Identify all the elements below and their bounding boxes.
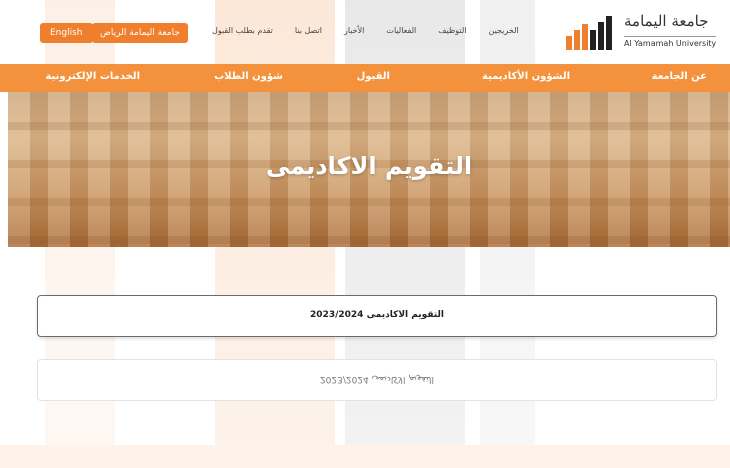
nav-item-student-affairs[interactable]: شؤون الطلاب <box>214 71 283 82</box>
calendar-accordion-label: التقويم الاكاديمى 2023/2024 <box>319 374 435 384</box>
university-logo[interactable]: جامعة اليمامة Al Yamamah University <box>566 12 717 52</box>
city-university-button[interactable]: جامعة اليمامة الرياض <box>92 23 188 43</box>
logo-english-text: Al Yamamah University <box>624 36 717 48</box>
top-links: الخريجين التوظيف الفعاليات الأخبار اتصل … <box>212 26 519 35</box>
main-nav: عن الجامعة الشؤون الأكاديمية القبول شؤون… <box>0 64 730 92</box>
nav-item-academic-affairs[interactable]: الشؤون الأكاديمية <box>482 71 570 82</box>
top-link-contact[interactable]: اتصل بنا <box>295 26 322 35</box>
calendar-accordion-item[interactable]: التقويم الاكاديمى 2023/2024 <box>37 295 717 337</box>
top-link-alumni[interactable]: الخريجين <box>489 26 519 35</box>
page: English جامعة اليمامة الرياض الخريجين ال… <box>0 0 730 468</box>
logo-arabic-text: جامعة اليمامة <box>624 12 709 30</box>
calendar-accordion-item-reflection: التقويم الاكاديمى 2023/2024 <box>37 359 717 401</box>
nav-item-about[interactable]: عن الجامعة <box>652 71 707 82</box>
top-link-news[interactable]: الأخبار <box>344 26 364 35</box>
top-header: English جامعة اليمامة الرياض الخريجين ال… <box>0 0 730 64</box>
hero-banner: التقويم الاكاديمى <box>8 92 730 247</box>
bars-logo-icon <box>566 16 618 50</box>
nav-item-admission[interactable]: القبول <box>357 71 390 82</box>
page-title: التقويم الاكاديمى <box>265 152 473 180</box>
top-link-apply[interactable]: تقدم بطلب القبول <box>212 26 273 35</box>
english-language-button[interactable]: English <box>40 23 93 43</box>
top-link-events[interactable]: الفعاليات <box>386 26 416 35</box>
nav-item-e-services[interactable]: الخدمات الإلكترونية <box>45 71 140 82</box>
calendar-accordion-label: التقويم الاكاديمى 2023/2024 <box>310 310 444 320</box>
top-link-careers[interactable]: التوظيف <box>438 26 466 35</box>
